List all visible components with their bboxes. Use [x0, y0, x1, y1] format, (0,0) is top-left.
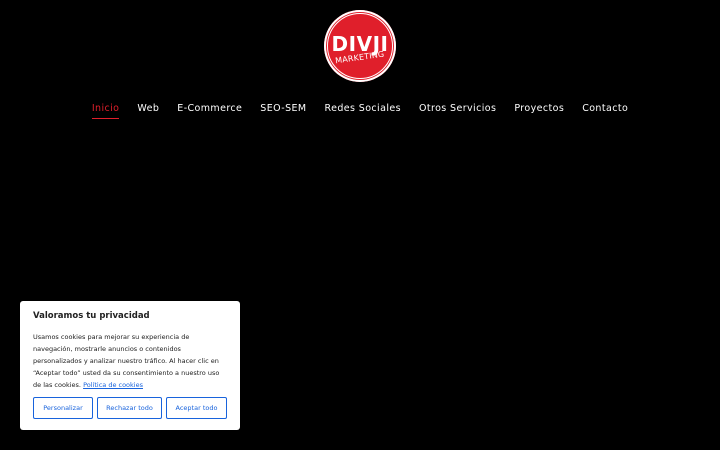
cookie-consent-banner: Valoramos tu privacidad Usamos cookies p… — [20, 301, 240, 430]
nav-item-inicio[interactable]: Inicio — [91, 101, 120, 119]
page: DIVJI MARKETING Inicio Web E-Commerce SE… — [0, 0, 720, 450]
cookie-button-group: Personalizar Rechazar todo Aceptar todo — [33, 397, 227, 419]
nav-item-e-commerce[interactable]: E-Commerce — [177, 101, 242, 119]
nav-item-proyectos[interactable]: Proyectos — [514, 101, 564, 119]
reject-all-button[interactable]: Rechazar todo — [97, 397, 162, 419]
cookie-policy-link[interactable]: Política de cookies — [83, 381, 143, 389]
nav-item-web[interactable]: Web — [137, 101, 159, 119]
main-navigation: Inicio Web E-Commerce SEO-SEM Redes Soci… — [0, 101, 720, 119]
cookie-banner-description: Usamos cookies para mejorar su experienc… — [33, 331, 229, 391]
nav-item-otros-servicios[interactable]: Otros Servicios — [419, 101, 496, 119]
nav-item-contacto[interactable]: Contacto — [582, 101, 628, 119]
brand-logo[interactable]: DIVJI MARKETING — [324, 10, 396, 82]
nav-item-redes-sociales[interactable]: Redes Sociales — [325, 101, 401, 119]
customize-button[interactable]: Personalizar — [33, 397, 93, 419]
accept-all-button[interactable]: Aceptar todo — [166, 397, 227, 419]
nav-item-seo-sem[interactable]: SEO-SEM — [260, 101, 306, 119]
cookie-banner-title: Valoramos tu privacidad — [33, 311, 150, 321]
